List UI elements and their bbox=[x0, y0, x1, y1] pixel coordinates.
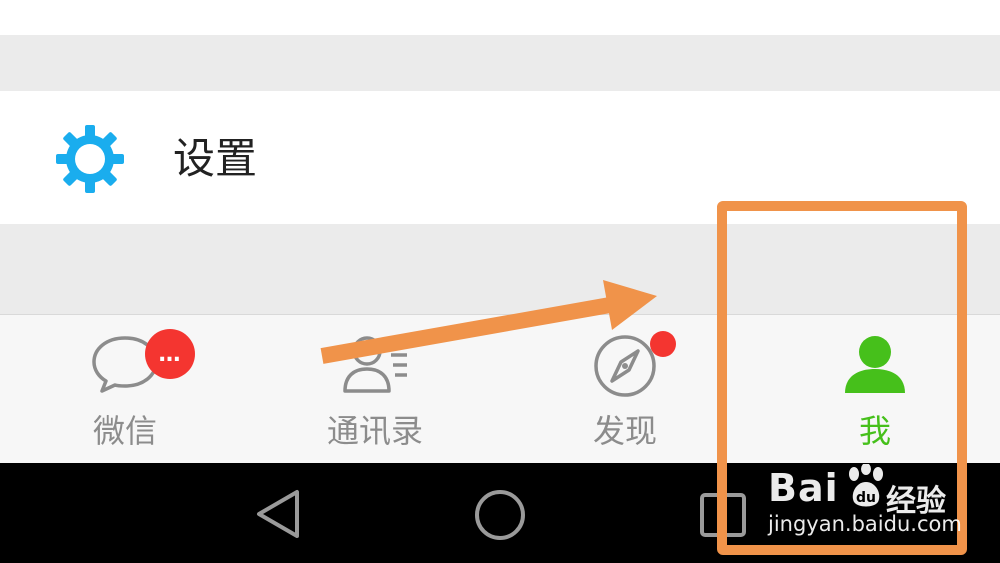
watermark: Bai du 经验 jingyan.baidu.com bbox=[768, 462, 968, 542]
watermark-logo: Bai bbox=[768, 466, 839, 510]
paw-icon: du bbox=[849, 464, 883, 507]
svg-text:du: du bbox=[856, 490, 876, 506]
watermark-url: jingyan.baidu.com bbox=[768, 512, 962, 536]
